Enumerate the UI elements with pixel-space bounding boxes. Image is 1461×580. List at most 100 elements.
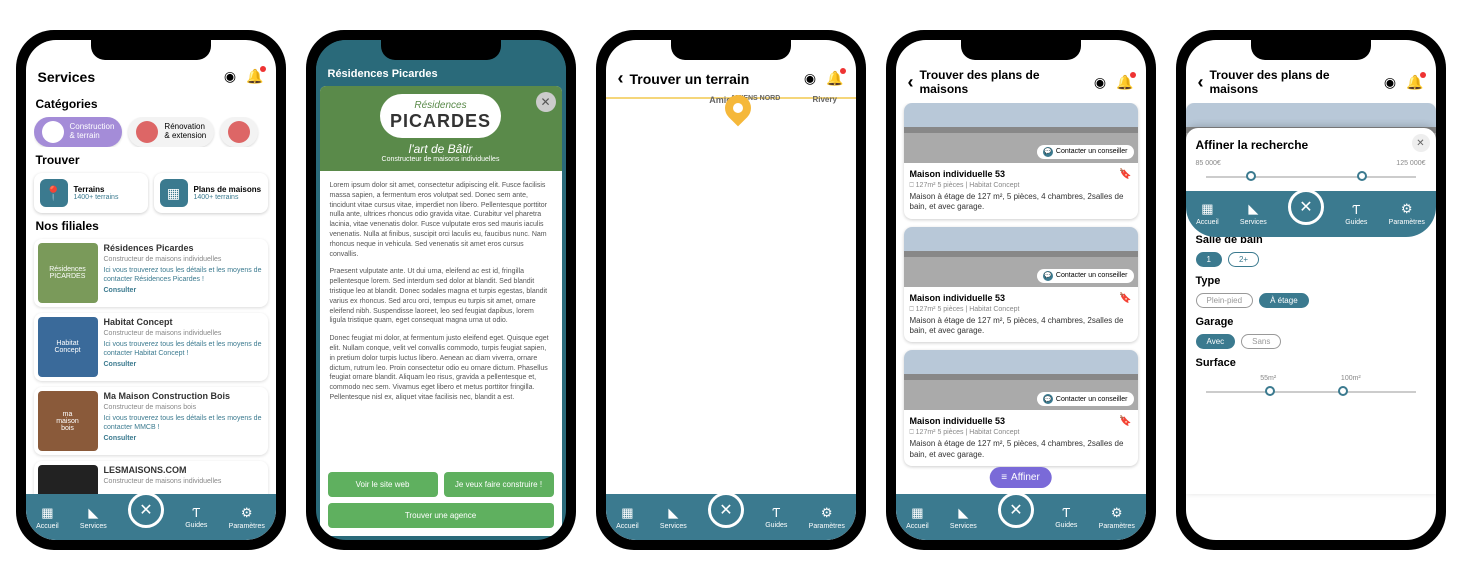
notch: [91, 38, 211, 60]
back-icon[interactable]: ‹: [618, 68, 624, 89]
nav-accueil[interactable]: ▦Accueil: [36, 505, 59, 530]
nav-guides[interactable]: ƬGuides: [185, 505, 207, 529]
nav-parametres[interactable]: ⚙Paramètres: [809, 505, 845, 530]
hero: ✕ RésidencesPICARDES l'art de Bâtir Cons…: [320, 86, 562, 171]
filter-sheet: ✕ Affiner la recherche 85 000€125 000€ C…: [1186, 128, 1436, 494]
nav-services[interactable]: ◣Services: [1240, 201, 1267, 226]
tools-icon: [136, 121, 158, 143]
tools-icon: ✕: [139, 500, 152, 520]
bell-icon[interactable]: 🔔: [1406, 74, 1423, 91]
notch: [381, 38, 501, 60]
house-icon: [42, 121, 64, 143]
filiale-card[interactable]: mamaisonboisMa Maison Construction BoisC…: [34, 387, 268, 455]
website-button[interactable]: Voir le site web: [328, 472, 438, 497]
nav-services[interactable]: ◣Services: [660, 505, 687, 530]
filiale-logo: HabitatConcept: [38, 317, 98, 377]
pill-avec[interactable]: Avec: [1196, 334, 1236, 349]
page-title: Services: [38, 69, 218, 85]
compass-icon[interactable]: ◉: [1384, 74, 1396, 91]
nav-accueil[interactable]: ▦Accueil: [906, 505, 929, 530]
pill-sans[interactable]: Sans: [1241, 334, 1281, 349]
affiner-button[interactable]: ≡Affiner: [989, 467, 1052, 488]
nav-accueil[interactable]: ▦Accueil: [616, 505, 639, 530]
nav-center-button[interactable]: ✕: [708, 492, 744, 528]
filiale-card[interactable]: HabitatConceptHabitat ConceptConstructeu…: [34, 313, 268, 381]
pill-plein-pied[interactable]: Plein-pied: [1196, 293, 1254, 308]
subtitle: Constructeur de maisons individuelles: [328, 156, 554, 163]
close-icon[interactable]: ✕: [536, 92, 556, 112]
navbar: ▦Accueil ◣Services ✕ ƬGuides ⚙Paramètres: [26, 494, 276, 540]
article-body: Lorem ipsum dolor sit amet, consectetur …: [320, 171, 562, 464]
close-icon[interactable]: ✕: [1412, 134, 1430, 152]
compass-icon[interactable]: ◉: [804, 70, 816, 87]
compass-icon[interactable]: ◉: [224, 68, 236, 85]
back-icon[interactable]: ‹: [1198, 72, 1204, 93]
filiale-logo: [38, 465, 98, 494]
plan-card[interactable]: 💬Contacter un conseiller Maison individu…: [904, 103, 1138, 219]
notch: [961, 38, 1081, 60]
compass-icon[interactable]: ◉: [1094, 74, 1106, 91]
plan-card[interactable]: 💬Contacter un conseiller Maison individu…: [904, 350, 1138, 466]
plan-image: 💬Contacter un conseiller: [904, 227, 1138, 287]
contact-badge[interactable]: 💬Contacter un conseiller: [1037, 392, 1134, 406]
nav-center-button[interactable]: ✕: [998, 492, 1034, 528]
home-icon: ▦: [41, 505, 53, 521]
pill-sdb-1[interactable]: 1: [1196, 252, 1222, 267]
bookmark-icon[interactable]: 🔖: [1119, 293, 1131, 304]
categories-title: Catégories: [36, 97, 266, 111]
chip-renovation[interactable]: Rénovation& extension: [128, 117, 214, 147]
nav-services[interactable]: ◣Services: [950, 505, 977, 530]
find-plans[interactable]: ▦Plans de maisons1400+ terrains: [154, 173, 268, 213]
bell-icon[interactable]: 🔔: [1116, 74, 1133, 91]
price-slider[interactable]: [1196, 169, 1426, 185]
chip-more[interactable]: [220, 117, 258, 147]
nav-center-button[interactable]: ✕: [1288, 189, 1324, 225]
nav-parametres[interactable]: ⚙Paramètres: [1099, 505, 1135, 530]
nav-center-button[interactable]: ✕: [128, 492, 164, 528]
consulter-link[interactable]: Consulter: [104, 434, 264, 443]
slogan: l'art de Bâtir: [328, 142, 554, 156]
bookmark-icon[interactable]: 🔖: [1119, 416, 1131, 427]
pill-etage[interactable]: À étage: [1259, 293, 1309, 308]
filiales-title: Nos filiales: [36, 219, 266, 233]
build-button[interactable]: Je veux faire construire !: [444, 472, 554, 497]
surface-slider[interactable]: [1196, 384, 1426, 400]
pill-sdb-2plus[interactable]: 2+: [1228, 252, 1259, 267]
phone-4: ‹ Trouver des plans de maisons ◉ 🔔 💬Conta…: [886, 30, 1156, 550]
sheet-title: Affiner la recherche: [1196, 138, 1426, 152]
bell-icon[interactable]: 🔔: [246, 68, 263, 85]
nav-parametres[interactable]: ⚙Paramètres: [229, 505, 265, 530]
more-icon: [228, 121, 250, 143]
nav-guides[interactable]: ƬGuides: [1345, 202, 1367, 226]
nav-accueil[interactable]: ▦Accueil: [1196, 201, 1219, 226]
nav-guides[interactable]: ƬGuides: [765, 505, 787, 529]
contact-badge[interactable]: 💬Contacter un conseiller: [1037, 145, 1134, 159]
page-title: Trouver des plans de maisons: [920, 68, 1088, 97]
trouver-title: Trouver: [36, 153, 266, 167]
blueprint-icon: ▦: [160, 179, 188, 207]
nav-parametres[interactable]: ⚙Paramètres: [1389, 201, 1425, 226]
gear-icon: ⚙: [241, 505, 253, 521]
page-title: Trouver un terrain: [630, 71, 798, 87]
contact-badge[interactable]: 💬Contacter un conseiller: [1037, 269, 1134, 283]
find-terrains[interactable]: 📍Terrains1400+ terrains: [34, 173, 148, 213]
filiale-card[interactable]: LESMAISONS.COMConstructeur de maisons in…: [34, 461, 268, 494]
garage-label: Garage: [1196, 316, 1426, 328]
consulter-link[interactable]: Consulter: [104, 360, 264, 369]
phone-2: Résidences Picardes ✕ RésidencesPICARDES…: [306, 30, 576, 550]
filiale-card[interactable]: RésidencesPICARDESRésidences PicardesCon…: [34, 239, 268, 307]
nav-services[interactable]: ◣Services: [80, 505, 107, 530]
bookmark-icon[interactable]: 🔖: [1119, 169, 1131, 180]
consulter-link[interactable]: Consulter: [104, 286, 264, 295]
agency-button[interactable]: Trouver une agence: [328, 503, 554, 528]
district-label: Rivery: [812, 95, 836, 104]
plan-image: 💬Contacter un conseiller: [904, 103, 1138, 163]
back-icon[interactable]: ‹: [908, 72, 914, 93]
page-title: Résidences Picardes: [328, 68, 554, 80]
plan-card[interactable]: 💬Contacter un conseiller Maison individu…: [904, 227, 1138, 343]
notch: [1251, 38, 1371, 60]
nav-guides[interactable]: ƬGuides: [1055, 505, 1077, 529]
bell-icon[interactable]: 🔔: [826, 70, 843, 87]
notch: [671, 38, 791, 60]
chip-construction[interactable]: Construction& terrain: [34, 117, 123, 147]
